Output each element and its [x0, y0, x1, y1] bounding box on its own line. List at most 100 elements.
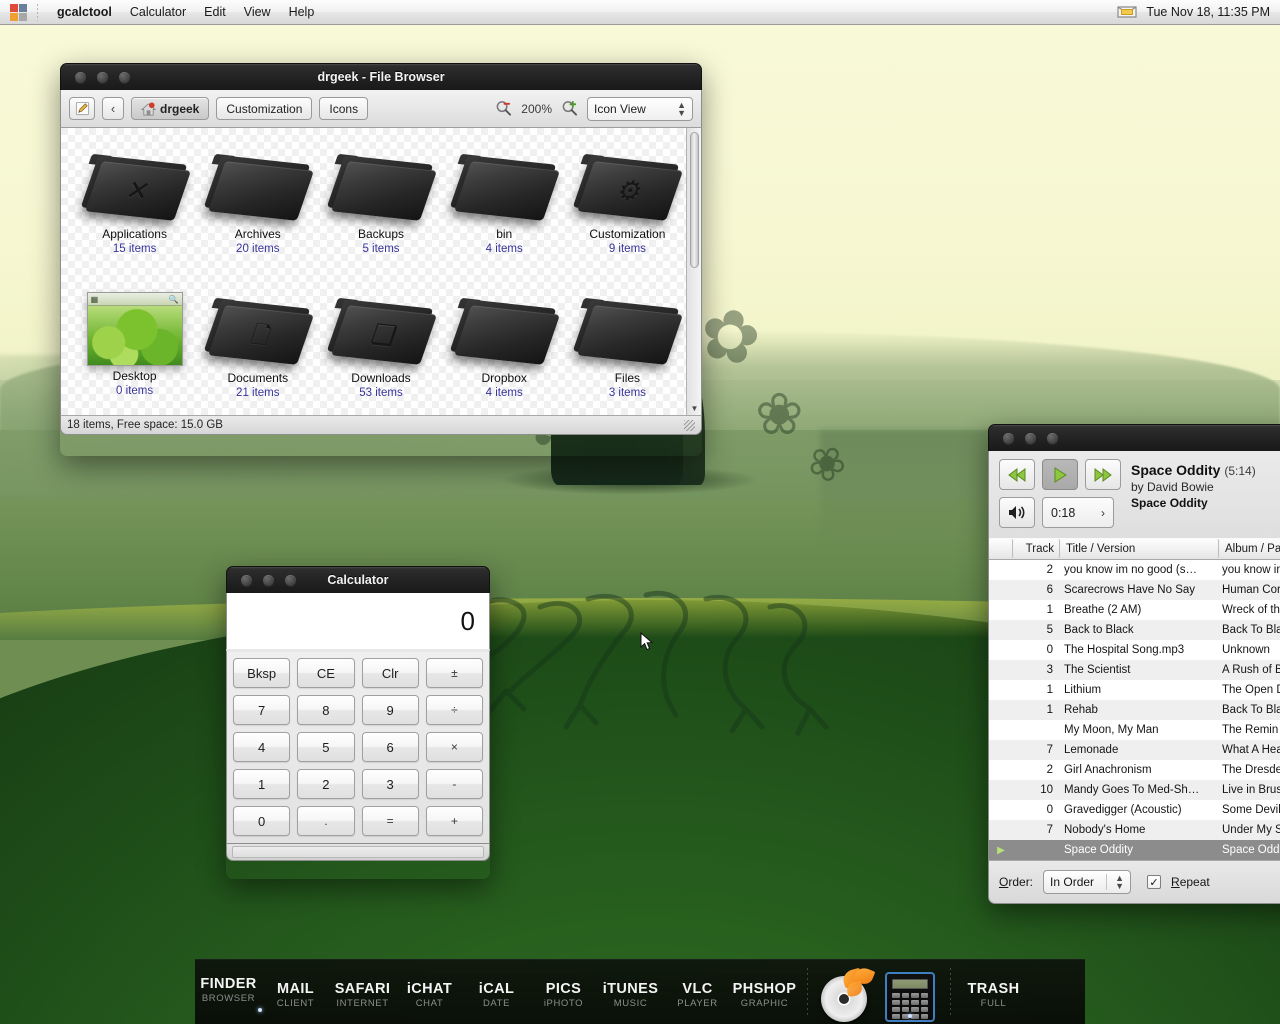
file-browser-titlebar[interactable]: drgeek - File Browser [60, 63, 702, 90]
skip-next-icon[interactable] [1085, 459, 1121, 490]
zoom-out-icon[interactable] [495, 100, 512, 117]
calculator-key-9[interactable]: 9 [361, 695, 419, 725]
column-header-album[interactable]: Album / Pa [1220, 539, 1280, 558]
volume-speaker-icon[interactable] [999, 497, 1035, 528]
dock-item-trash[interactable]: TRASH FULL [960, 975, 1027, 1009]
calculator-key-2[interactable]: 2 [297, 769, 355, 799]
playlist-row[interactable]: 0 Gravedigger (Acoustic) Some Devil [989, 800, 1280, 820]
menu-item-app-name[interactable]: gcalctool [48, 0, 121, 25]
view-mode-select[interactable]: Icon View ▲ ▼ [587, 96, 693, 121]
dock-item-itunes[interactable]: iTUNES MUSIC [597, 975, 664, 1009]
calculator-key-3[interactable]: 3 [361, 769, 419, 799]
playlist-table[interactable]: Track Title / Version Album / Pa 2 you kn… [988, 538, 1280, 860]
calculator-key-5[interactable]: 5 [297, 732, 355, 762]
order-select[interactable]: In Order ▲ ▼ [1043, 870, 1132, 894]
play-icon[interactable] [1042, 459, 1078, 490]
playlist-row[interactable]: 10 Mandy Goes To Med-Sh… Live in Brus [989, 780, 1280, 800]
playlist-row[interactable]: My Moon, My Man The Remin [989, 720, 1280, 740]
elapsed-time-control[interactable]: 0:18 › [1042, 497, 1114, 528]
file-item-backups[interactable]: Backups 5 items [319, 136, 442, 280]
path-button-customization[interactable]: Customization [216, 97, 313, 120]
chevron-right-icon[interactable]: › [1101, 506, 1105, 520]
file-browser-window[interactable]: drgeek - File Browser ‹ drgeek Customiza… [60, 63, 702, 456]
calculator-key-8[interactable]: 8 [297, 695, 355, 725]
file-item-desktop[interactable]: ▦ 🔍 Desktop 0 items [73, 280, 196, 415]
file-item-archives[interactable]: Archives 20 items [196, 136, 319, 280]
calculator-key-[interactable]: ± [425, 658, 483, 688]
calculator-key-[interactable]: ÷ [425, 695, 483, 725]
music-player-window[interactable]: Quod L [988, 424, 1280, 904]
menu-bar-clock[interactable]: Tue Nov 18, 11:35 PM [1146, 5, 1270, 19]
close-button[interactable] [1003, 432, 1014, 444]
menu-item-calculator[interactable]: Calculator [121, 0, 195, 25]
inbox-icon[interactable] [1116, 4, 1138, 20]
calculator-key-7[interactable]: 7 [233, 695, 291, 725]
scroll-down-arrow-icon[interactable]: ▼ [687, 401, 701, 415]
repeat-label[interactable]: Repeat [1171, 875, 1210, 889]
menu-item-view[interactable]: View [235, 0, 280, 25]
player-titlebar[interactable]: Quod L [988, 424, 1280, 451]
menu-item-help[interactable]: Help [280, 0, 324, 25]
calculator-key-clr[interactable]: Clr [361, 658, 419, 688]
playlist-row[interactable]: 3 The Scientist A Rush of B [989, 660, 1280, 680]
column-header-playing[interactable] [989, 539, 1013, 558]
dock[interactable]: FINDER BROWSER MAIL CLIENT SAFARI INTERN… [195, 959, 1085, 1024]
calculator-key-bksp[interactable]: Bksp [233, 658, 291, 688]
file-item-downloads[interactable]: ❏ Downloads 53 items [319, 280, 442, 415]
calculator-key-[interactable]: . [297, 806, 355, 836]
minimize-button[interactable] [263, 574, 274, 586]
calculator-key-[interactable]: - [425, 769, 483, 799]
calculator-key-1[interactable]: 1 [233, 769, 291, 799]
playlist-row[interactable]: 1 Rehab Back To Bla [989, 700, 1280, 720]
playlist-row[interactable]: 7 Nobody's Home Under My S [989, 820, 1280, 840]
calculator-titlebar[interactable]: Calculator [226, 566, 490, 593]
dock-item-ichat[interactable]: iCHAT CHAT [396, 975, 463, 1009]
dock-item-safari[interactable]: SAFARI INTERNET [329, 975, 396, 1009]
window-controls[interactable] [989, 432, 1058, 444]
dock-item-ical[interactable]: iCAL DATE [463, 975, 530, 1009]
column-header-title[interactable]: Title / Version [1061, 539, 1219, 558]
calculator-key-[interactable]: = [361, 806, 419, 836]
file-item-applications[interactable]: ✕ Applications 15 items [73, 136, 196, 280]
playlist-row[interactable]: 7 Lemonade What A Hea [989, 740, 1280, 760]
maximize-button[interactable] [119, 71, 130, 83]
playlist-row[interactable]: ▶ Space Oddity Space Odd [989, 840, 1280, 860]
dock-app-vlc[interactable] [817, 964, 879, 1022]
dock-item-mail[interactable]: MAIL CLIENT [262, 975, 329, 1009]
breadcrumb-drgeek[interactable]: drgeek [131, 97, 210, 120]
playlist-row[interactable]: 2 you know im no good (s… you know in [989, 560, 1280, 580]
calculator-window[interactable]: Calculator 0 Bksp CE Clr ±7 8 9 ÷ 4 5 6 × 1 2 3- 0. = + [226, 566, 490, 879]
calculator-key-ce[interactable]: CE [297, 658, 355, 688]
dock-item-finder[interactable]: FINDER BROWSER [195, 970, 262, 1014]
dock-app-calculator[interactable] [879, 964, 941, 1022]
close-button[interactable] [241, 574, 252, 586]
playlist-row[interactable]: 2 Girl Anachronism The Dresde [989, 760, 1280, 780]
close-button[interactable] [75, 71, 86, 83]
window-controls[interactable] [227, 574, 296, 586]
calculator-key-4[interactable]: 4 [233, 732, 291, 762]
minimize-button[interactable] [1025, 432, 1036, 444]
file-item-dropbox[interactable]: Dropbox 4 items [443, 280, 566, 415]
playlist-row[interactable]: 1 Breathe (2 AM) Wreck of the [989, 600, 1280, 620]
pencil-edit-icon[interactable] [69, 97, 95, 120]
skip-previous-icon[interactable] [999, 459, 1035, 490]
path-button-icons[interactable]: Icons [319, 97, 369, 120]
calculator-key-0[interactable]: 0 [233, 806, 291, 836]
maximize-button[interactable] [285, 574, 296, 586]
file-browser-content[interactable]: ✕ Applications 15 items Archives 20 item… [60, 128, 702, 415]
vertical-scrollbar[interactable]: ▲ ▼ [686, 128, 701, 415]
repeat-checkbox[interactable]: ✓ [1147, 875, 1162, 889]
dock-item-pics[interactable]: PICS iPHOTO [530, 975, 597, 1009]
window-controls[interactable] [61, 71, 130, 83]
file-item-documents[interactable]: 🗋 Documents 21 items [196, 280, 319, 415]
calculator-key-6[interactable]: 6 [361, 732, 419, 762]
scrollbar-thumb[interactable] [690, 132, 699, 268]
file-item-bin[interactable]: bin 4 items [443, 136, 566, 280]
resize-grip[interactable] [684, 419, 695, 431]
calculator-key-[interactable]: × [425, 732, 483, 762]
calculator-key-[interactable]: + [425, 806, 483, 836]
calculator-display[interactable]: 0 [226, 593, 490, 649]
playlist-row[interactable]: 0 The Hospital Song.mp3 Unknown [989, 640, 1280, 660]
playlist-row[interactable]: 6 Scarecrows Have No Say Human Cor [989, 580, 1280, 600]
file-item-files[interactable]: Files 3 items [566, 280, 689, 415]
